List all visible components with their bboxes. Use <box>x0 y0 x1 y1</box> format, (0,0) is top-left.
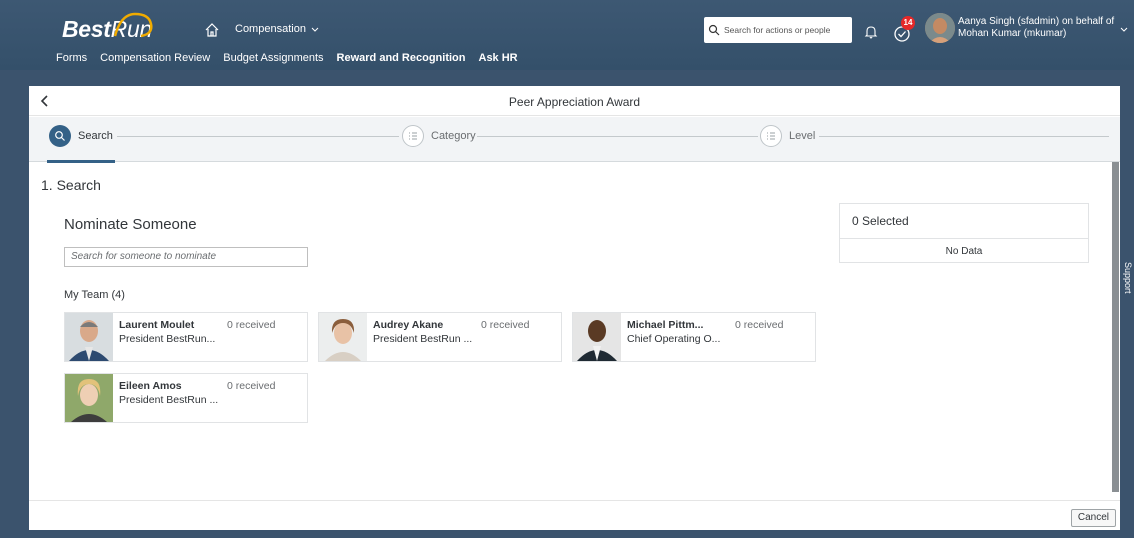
step-search[interactable]: Search <box>49 125 113 147</box>
chevron-down-icon[interactable] <box>310 24 320 34</box>
title-bar: Peer Appreciation Award <box>29 86 1120 116</box>
list-step-icon <box>402 125 424 147</box>
list-step-icon <box>760 125 782 147</box>
step-label: Search <box>78 130 113 142</box>
search-placeholder: Search for actions or people <box>724 25 831 35</box>
nav-budget-assignments[interactable]: Budget Assignments <box>223 52 323 64</box>
selected-count: 0 Selected <box>840 204 1088 239</box>
member-role: President BestRun ... <box>119 394 219 406</box>
avatar <box>65 374 113 422</box>
nominate-title: Nominate Someone <box>64 216 197 233</box>
member-name: Laurent Moulet <box>119 319 195 331</box>
received-count: 0 received <box>735 319 784 331</box>
step-level[interactable]: Level <box>760 125 815 147</box>
step-label: Level <box>789 130 816 142</box>
global-search-input[interactable]: Search for actions or people <box>704 17 852 43</box>
search-step-icon <box>49 125 71 147</box>
page-title: Peer Appreciation Award <box>508 95 641 109</box>
member-name: Eileen Amos <box>119 380 182 392</box>
avatar <box>65 313 113 361</box>
module-name[interactable]: Compensation <box>235 23 306 35</box>
team-member-card[interactable]: Audrey Akane President BestRun ... 0 rec… <box>318 312 562 362</box>
no-data-text: No Data <box>945 246 983 257</box>
received-count: 0 received <box>227 319 276 331</box>
footer-bar: Cancel <box>29 500 1120 530</box>
step-connector <box>117 136 399 137</box>
logo-arc-icon <box>113 12 153 38</box>
team-member-card[interactable]: Eileen Amos President BestRun ... 0 rece… <box>64 373 308 423</box>
section-title: 1. Search <box>41 177 101 193</box>
nav-reward-and-recognition[interactable]: Reward and Recognition <box>337 52 466 64</box>
chevron-down-icon[interactable] <box>1119 24 1129 34</box>
avatar <box>319 313 367 361</box>
active-step-indicator <box>47 160 115 163</box>
team-member-card[interactable]: Laurent Moulet President BestRun... 0 re… <box>64 312 308 362</box>
nav-forms[interactable]: Forms <box>56 52 87 64</box>
support-tab[interactable]: Support <box>1122 242 1134 318</box>
award-card: Peer Appreciation Award Search Category … <box>29 86 1120 530</box>
member-role: President BestRun ... <box>373 333 473 345</box>
search-icon <box>708 24 720 36</box>
support-label: Support <box>1123 262 1133 294</box>
member-role: President BestRun... <box>119 333 216 345</box>
member-role: Chief Operating O... <box>627 333 721 345</box>
user-name[interactable]: Aanya Singh (sfadmin) on behalf of Mohan… <box>958 16 1128 40</box>
team-title: My Team (4) <box>64 289 125 301</box>
member-name: Audrey Akane <box>373 319 444 331</box>
home-icon[interactable] <box>204 22 220 38</box>
shell-header: BestRun Compensation Forms Compensation … <box>0 0 1134 70</box>
top-nav: Forms Compensation Review Budget Assignm… <box>56 52 531 64</box>
todo-badge: 14 <box>901 16 915 30</box>
step-category[interactable]: Category <box>402 125 476 147</box>
received-count: 0 received <box>481 319 530 331</box>
bell-icon[interactable] <box>864 24 878 40</box>
received-count: 0 received <box>227 380 276 392</box>
nav-ask-hr[interactable]: Ask HR <box>479 52 518 64</box>
step-label: Category <box>431 130 476 142</box>
avatar <box>573 313 621 361</box>
cancel-button[interactable]: Cancel <box>1070 509 1116 527</box>
step-connector <box>819 136 1109 137</box>
vertical-scrollbar[interactable] <box>1112 162 1119 492</box>
member-name: Michael Pittm... <box>627 319 704 331</box>
selected-panel: 0 Selected No Data <box>839 203 1089 263</box>
nav-compensation-review[interactable]: Compensation Review <box>100 52 210 64</box>
wizard-progress: Search Category Level <box>29 117 1120 163</box>
nominate-search-input[interactable]: Search for someone to nominate <box>64 247 308 267</box>
team-member-card[interactable]: Michael Pittm... Chief Operating O... 0 … <box>572 312 816 362</box>
user-avatar[interactable] <box>925 13 955 43</box>
step-connector <box>477 136 758 137</box>
